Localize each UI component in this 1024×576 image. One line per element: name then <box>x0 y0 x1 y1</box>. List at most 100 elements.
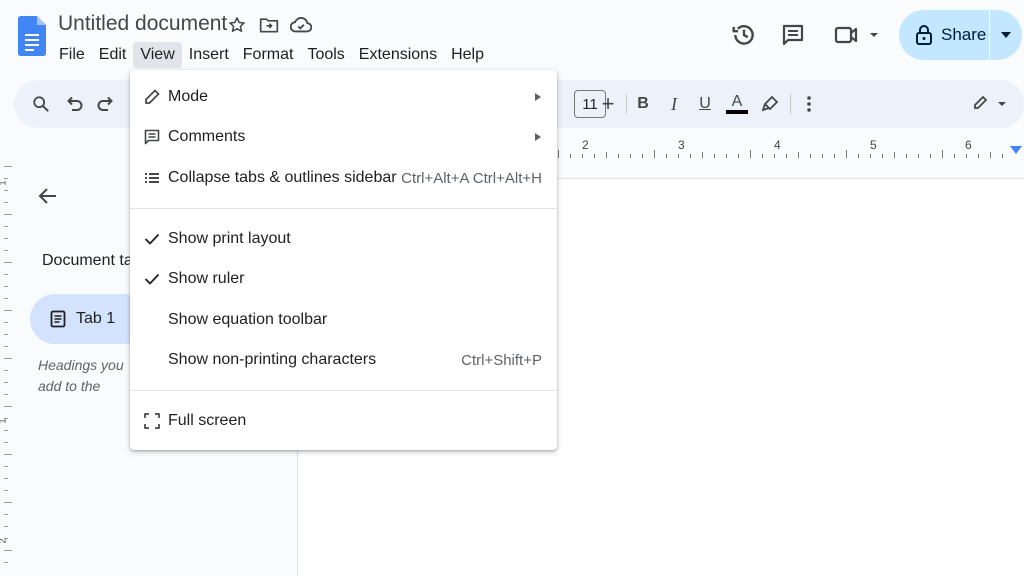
editing-mode-icon[interactable] <box>970 92 1010 116</box>
ruler-tick <box>4 430 8 431</box>
ruler-number: 3 <box>678 138 685 152</box>
italic-button[interactable]: I <box>663 92 685 116</box>
ruler-number: 4 <box>774 138 781 152</box>
share-label: Share <box>941 25 987 44</box>
outline-list-icon <box>142 168 162 188</box>
menu-tools[interactable]: Tools <box>300 42 351 68</box>
horizontal-ruler: 2 3 4 5 6 <box>556 136 1024 160</box>
highlight-pen-icon[interactable] <box>759 92 781 116</box>
move-folder-icon[interactable] <box>258 14 280 36</box>
undo-icon[interactable] <box>64 92 86 116</box>
menu-item-show-ruler[interactable]: Show ruler <box>130 260 557 298</box>
ruler-tick <box>642 154 643 158</box>
ruler-tick <box>4 298 8 299</box>
ruler-tick <box>4 478 8 479</box>
ruler-tick <box>822 154 823 158</box>
share-button[interactable]: Share <box>899 10 989 60</box>
back-arrow-icon[interactable] <box>36 184 60 208</box>
comments-icon[interactable] <box>773 15 813 55</box>
menu-format[interactable]: Format <box>236 42 301 68</box>
ruler-tick <box>954 154 955 158</box>
ruler-tick <box>4 346 8 347</box>
submenu-arrow-icon <box>535 93 541 101</box>
menu-item-mode[interactable]: Mode <box>130 78 557 116</box>
ruler-tick <box>630 154 631 158</box>
menu-edit[interactable]: Edit <box>92 42 134 68</box>
underline-button[interactable]: U <box>694 92 716 116</box>
ruler-tick <box>726 154 727 158</box>
ruler-number: 2 <box>582 138 589 152</box>
right-indent-marker-icon[interactable] <box>1010 146 1022 154</box>
menu-item-label: Show print layout <box>168 230 291 247</box>
menu-item-full-screen[interactable]: Full screen <box>130 402 557 440</box>
text-color-button[interactable]: A <box>725 92 749 116</box>
ruler-tick <box>870 154 871 158</box>
ruler-tick <box>4 418 8 419</box>
ruler-number: 5 <box>870 138 877 152</box>
star-icon[interactable] <box>226 14 248 36</box>
more-options-icon[interactable] <box>798 92 820 116</box>
menu-bar: File Edit View Insert Format Tools Exten… <box>52 42 491 68</box>
redo-icon[interactable] <box>94 92 116 116</box>
menu-item-show-print-layout[interactable]: Show print layout <box>130 220 557 258</box>
ruler-tick <box>4 334 8 335</box>
text-color-swatch <box>726 110 748 114</box>
submenu-arrow-icon <box>535 133 541 141</box>
ruler-tick <box>4 250 8 251</box>
ruler-tick <box>4 562 8 563</box>
ruler-tick <box>942 150 943 158</box>
menu-item-label: Full screen <box>168 412 247 429</box>
document-icon <box>50 310 66 328</box>
menu-item-label: Show equation toolbar <box>168 311 328 328</box>
version-history-icon[interactable] <box>724 15 764 55</box>
menu-extensions[interactable]: Extensions <box>352 42 444 68</box>
menu-item-show-equation-toolbar[interactable]: Show equation toolbar <box>130 301 557 339</box>
document-title[interactable]: Untitled document <box>58 12 227 36</box>
menu-item-show-non-printing-characters[interactable]: Show non-printing characters Ctrl+Shift+… <box>130 341 557 379</box>
app-header: Untitled document File Edit View Insert … <box>0 0 1024 70</box>
ruler-tick <box>774 154 775 158</box>
toolbar-separator <box>626 94 627 114</box>
checkmark-icon <box>142 269 162 289</box>
ruler-tick <box>738 154 739 158</box>
ruler-tick <box>4 406 12 407</box>
menu-item-comments[interactable]: Comments <box>130 118 557 156</box>
lock-icon <box>916 25 932 45</box>
meet-video-icon[interactable] <box>828 15 884 55</box>
view-menu-dropdown: Mode Comments Collapse tabs & outlines s… <box>130 70 557 450</box>
ruler-tick <box>4 454 12 455</box>
menu-view[interactable]: View <box>133 42 182 68</box>
ruler-tick <box>4 178 8 179</box>
ruler-number: 2 <box>0 538 8 543</box>
menu-help[interactable]: Help <box>444 42 491 68</box>
cloud-saved-icon[interactable] <box>290 14 312 36</box>
ruler-tick <box>894 152 895 158</box>
vertical-ruler: 1 1 2 <box>0 160 12 576</box>
ruler-tick <box>606 152 607 158</box>
comment-icon <box>142 127 162 147</box>
menu-file[interactable]: File <box>52 42 92 68</box>
search-menus-icon[interactable] <box>30 92 52 116</box>
ruler-tick <box>4 286 8 287</box>
ruler-tick <box>4 538 8 539</box>
docs-logo-icon[interactable] <box>18 16 46 56</box>
ruler-tick <box>558 150 559 158</box>
ruler-tick <box>762 154 763 158</box>
ruler-tick <box>846 150 847 158</box>
ruler-tick <box>4 550 12 551</box>
share-dropdown-button[interactable] <box>990 10 1022 60</box>
ruler-tick <box>966 154 967 158</box>
menu-item-collapse-sidebar[interactable]: Collapse tabs & outlines sidebar Ctrl+Al… <box>130 159 557 197</box>
bold-button[interactable]: B <box>632 92 654 116</box>
menu-insert[interactable]: Insert <box>182 42 236 68</box>
ruler-tick <box>678 154 679 158</box>
ruler-tick <box>594 154 595 158</box>
ruler-tick <box>798 152 799 158</box>
fullscreen-icon <box>142 411 162 431</box>
ruler-tick <box>4 442 8 443</box>
ruler-tick <box>882 154 883 158</box>
ruler-tick <box>4 274 8 275</box>
menu-separator <box>130 208 557 209</box>
ruler-number: 1 <box>0 418 8 423</box>
increase-font-size-icon[interactable]: + <box>597 91 619 116</box>
